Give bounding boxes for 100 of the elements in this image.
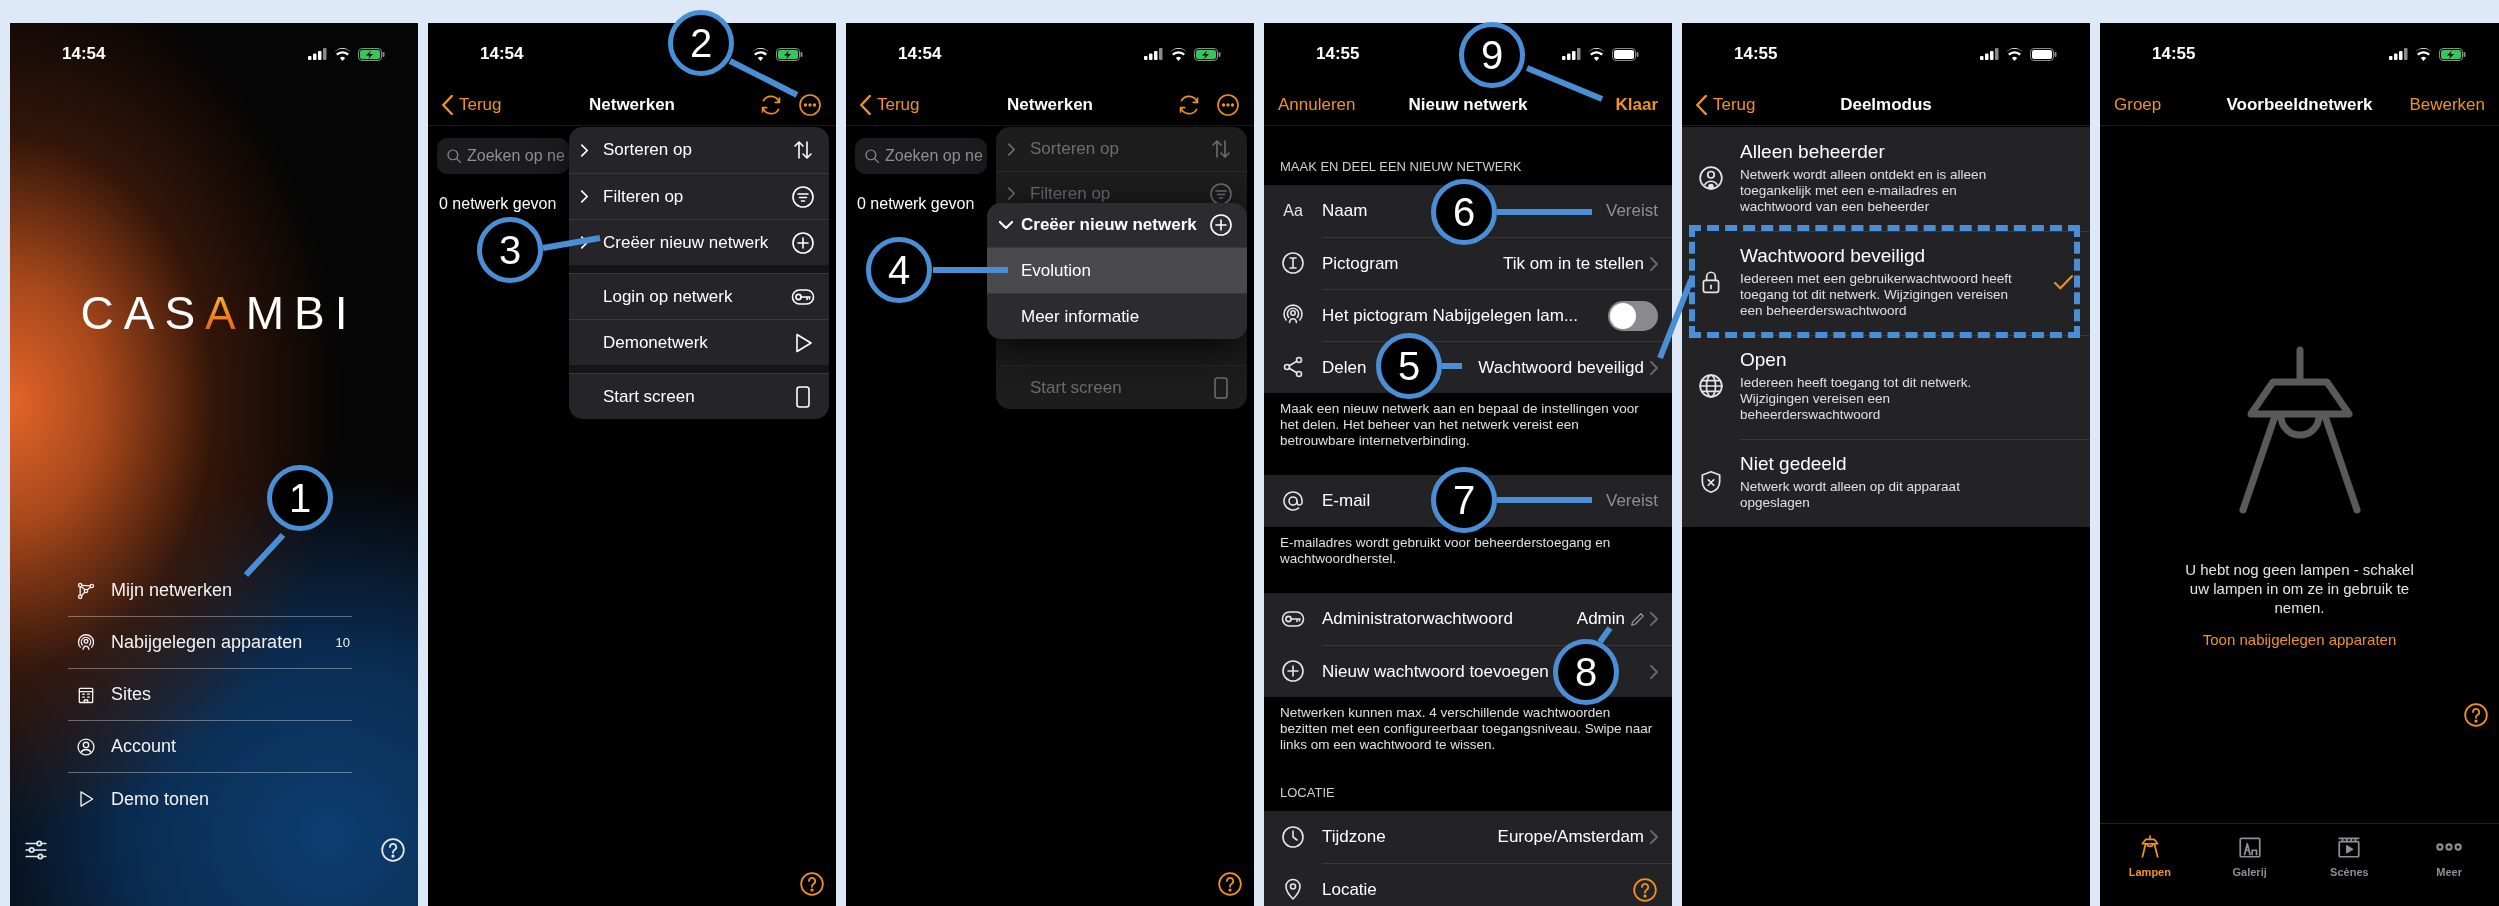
menu-item[interactable]: Nabijgelegen apparaten 10 bbox=[68, 617, 352, 669]
chevron-right-icon bbox=[1650, 256, 1658, 271]
wifi-icon bbox=[752, 47, 769, 61]
menu-item[interactable]: Sorteren op bbox=[569, 127, 829, 173]
chevron-down-icon bbox=[999, 221, 1013, 229]
row-label: Het pictogram Nabijgelegen lam... bbox=[1322, 305, 1579, 326]
row-label: Delen bbox=[1322, 357, 1367, 378]
text-cursor-icon bbox=[1281, 251, 1305, 275]
group-button[interactable]: Groep bbox=[2114, 95, 2162, 115]
chevron-left-icon bbox=[1696, 95, 1707, 115]
row-label: Naam bbox=[1322, 201, 1368, 221]
chevron-right-icon bbox=[1650, 664, 1658, 679]
back-button[interactable]: Terug bbox=[860, 95, 920, 115]
wifi-icon bbox=[1170, 47, 1187, 61]
row-value: Wachtwoord beveiligd bbox=[1478, 357, 1644, 378]
chevron-right-icon bbox=[581, 236, 588, 249]
chevron-right-icon bbox=[581, 143, 588, 157]
cancel-button[interactable]: Annuleren bbox=[1278, 95, 1356, 115]
leader-line bbox=[1597, 626, 1613, 644]
screen-title: Voorbeeldnetwerk bbox=[2226, 95, 2373, 115]
menu-item[interactable]: Account bbox=[68, 721, 352, 773]
row-value: Europe/Amsterdam bbox=[1497, 827, 1644, 847]
user-gear-icon bbox=[1698, 165, 1724, 191]
tab[interactable]: Meer bbox=[2399, 834, 2499, 878]
leader-line bbox=[542, 235, 601, 251]
search-icon bbox=[445, 147, 463, 165]
help-icon[interactable] bbox=[1217, 871, 1243, 897]
option-title: Alleen beheerder bbox=[1740, 141, 1885, 163]
sort-icon bbox=[1209, 137, 1233, 161]
help-icon[interactable] bbox=[799, 871, 825, 897]
count-label: 10 bbox=[335, 635, 351, 650]
at-icon bbox=[1281, 489, 1305, 513]
row-label: Administratorwachtwoord bbox=[1322, 609, 1513, 629]
menu-item[interactable]: Meer informatie bbox=[987, 293, 1247, 339]
network-icon bbox=[76, 580, 96, 601]
option-description: Iedereen heeft toegang tot dit netwerk. Wijzigingen vereisen een beheerderswachtwoord bbox=[1740, 375, 1973, 423]
signal-icon bbox=[308, 48, 327, 60]
help-icon[interactable] bbox=[1632, 876, 1658, 903]
row-label: E-mail bbox=[1322, 491, 1371, 511]
search-field[interactable]: Zoeken op ne bbox=[855, 138, 987, 174]
sort-icon bbox=[791, 138, 815, 162]
leader-line bbox=[243, 532, 286, 578]
search-icon bbox=[863, 147, 881, 165]
status-time: 14:55 bbox=[1734, 44, 1778, 64]
chevron-right-icon bbox=[1650, 360, 1658, 375]
option-description: Iedereen met een gebruikerwachtwoord heeft toegang tot dit netwerk. Wijzigingen vereisen een beheerderswachtwoord bbox=[1740, 271, 2013, 319]
menu-item[interactable]: Demo tonen bbox=[68, 773, 352, 825]
add-icon bbox=[1209, 213, 1233, 237]
option-title: Open bbox=[1740, 349, 1787, 371]
checkmark-icon bbox=[2053, 274, 2073, 290]
wifi-icon bbox=[1588, 47, 1605, 61]
clapper-icon bbox=[2336, 834, 2363, 860]
text-field[interactable]: Vereist bbox=[1606, 201, 1658, 221]
chevron-left-icon bbox=[442, 95, 453, 115]
back-button[interactable]: Terug bbox=[1696, 95, 1756, 115]
edit-button[interactable]: Bewerken bbox=[2409, 95, 2485, 115]
tab[interactable]: Lampen bbox=[2100, 834, 2200, 878]
help-icon[interactable] bbox=[2463, 702, 2489, 728]
menu-item[interactable]: Sites bbox=[68, 669, 352, 721]
chevron-right-icon bbox=[1650, 612, 1658, 626]
tab[interactable]: Galerij bbox=[2199, 834, 2300, 878]
sliders-icon[interactable] bbox=[23, 837, 49, 863]
more-icon[interactable] bbox=[798, 93, 822, 117]
row-label: Nieuw wachtwoord toevoegen bbox=[1322, 661, 1549, 682]
signal-icon bbox=[1980, 48, 1999, 60]
option-row[interactable]: Wachtwoord beveiligd Iedereen met een gebruikerwachtwoord heeft toegang tot dit netwerk. Wijzigingen vereisen een beheerderswachtwoord bbox=[1682, 231, 2090, 335]
chevron-right-icon bbox=[1650, 830, 1658, 844]
section-header: MAAK EN DEEL EEN NIEUW NETWERK bbox=[1279, 159, 1523, 175]
status-time: 14:54 bbox=[898, 44, 942, 64]
option-row[interactable]: Alleen beheerder Netwerk wordt alleen ontdekt en is alleen toegankelijk met een e-mailadres en wachtwoord van een beheerder bbox=[1682, 127, 2090, 231]
menu-item[interactable]: Filteren op bbox=[569, 173, 829, 219]
empty-message: U hebt nog geen lampen - schakel uw lampen in om ze in gebruik te nemen. bbox=[2184, 560, 2415, 617]
row-value: Tik om in te stellen bbox=[1502, 253, 1644, 274]
menu-item[interactable]: Mijn netwerken bbox=[68, 565, 352, 617]
toggle-switch[interactable] bbox=[1608, 300, 1658, 331]
option-row[interactable]: Open Iedereen heeft toegang tot dit netwerk. Wijzigingen vereisen een beheerderswachtwoord bbox=[1682, 335, 2090, 439]
screen-title: Deelmodus bbox=[1840, 95, 1932, 115]
menu-item[interactable]: Evolution bbox=[987, 247, 1247, 293]
chevron-right-icon bbox=[581, 190, 588, 203]
text-size-icon: Aa bbox=[1283, 202, 1303, 220]
text-field[interactable]: Vereist bbox=[1606, 491, 1658, 511]
signal-icon bbox=[1144, 48, 1163, 60]
tab[interactable]: Scènes bbox=[2299, 834, 2400, 878]
signal-icon bbox=[1562, 48, 1581, 60]
option-row[interactable]: Niet gedeeld Netwerk wordt alleen op dit apparaat opgeslagen bbox=[1682, 439, 2090, 527]
add-icon bbox=[791, 230, 815, 255]
menu-item[interactable]: Login op netwerk bbox=[569, 273, 829, 319]
done-button[interactable]: Klaar bbox=[1615, 95, 1658, 115]
more-icon[interactable] bbox=[1216, 93, 1240, 117]
back-button[interactable]: Terug bbox=[442, 95, 502, 115]
status-time: 14:54 bbox=[480, 44, 524, 64]
nearby-link[interactable]: Toon nabijgelegen apparaten bbox=[2202, 631, 2397, 648]
screen-title: Nieuw netwerk bbox=[1408, 95, 1528, 115]
row-label: Pictogram bbox=[1322, 253, 1399, 274]
filter-icon bbox=[791, 184, 815, 209]
option-title: Wachtwoord beveiligd bbox=[1740, 245, 1926, 267]
menu-item[interactable]: Start screen bbox=[569, 373, 829, 419]
globe-icon bbox=[1698, 373, 1724, 399]
option-description: Netwerk wordt alleen ontdekt en is alleen toegankelijk met een e-mailadres en wachtwoord van een beheerder bbox=[1740, 167, 1988, 215]
search-field[interactable]: Zoeken op ne bbox=[437, 138, 569, 174]
